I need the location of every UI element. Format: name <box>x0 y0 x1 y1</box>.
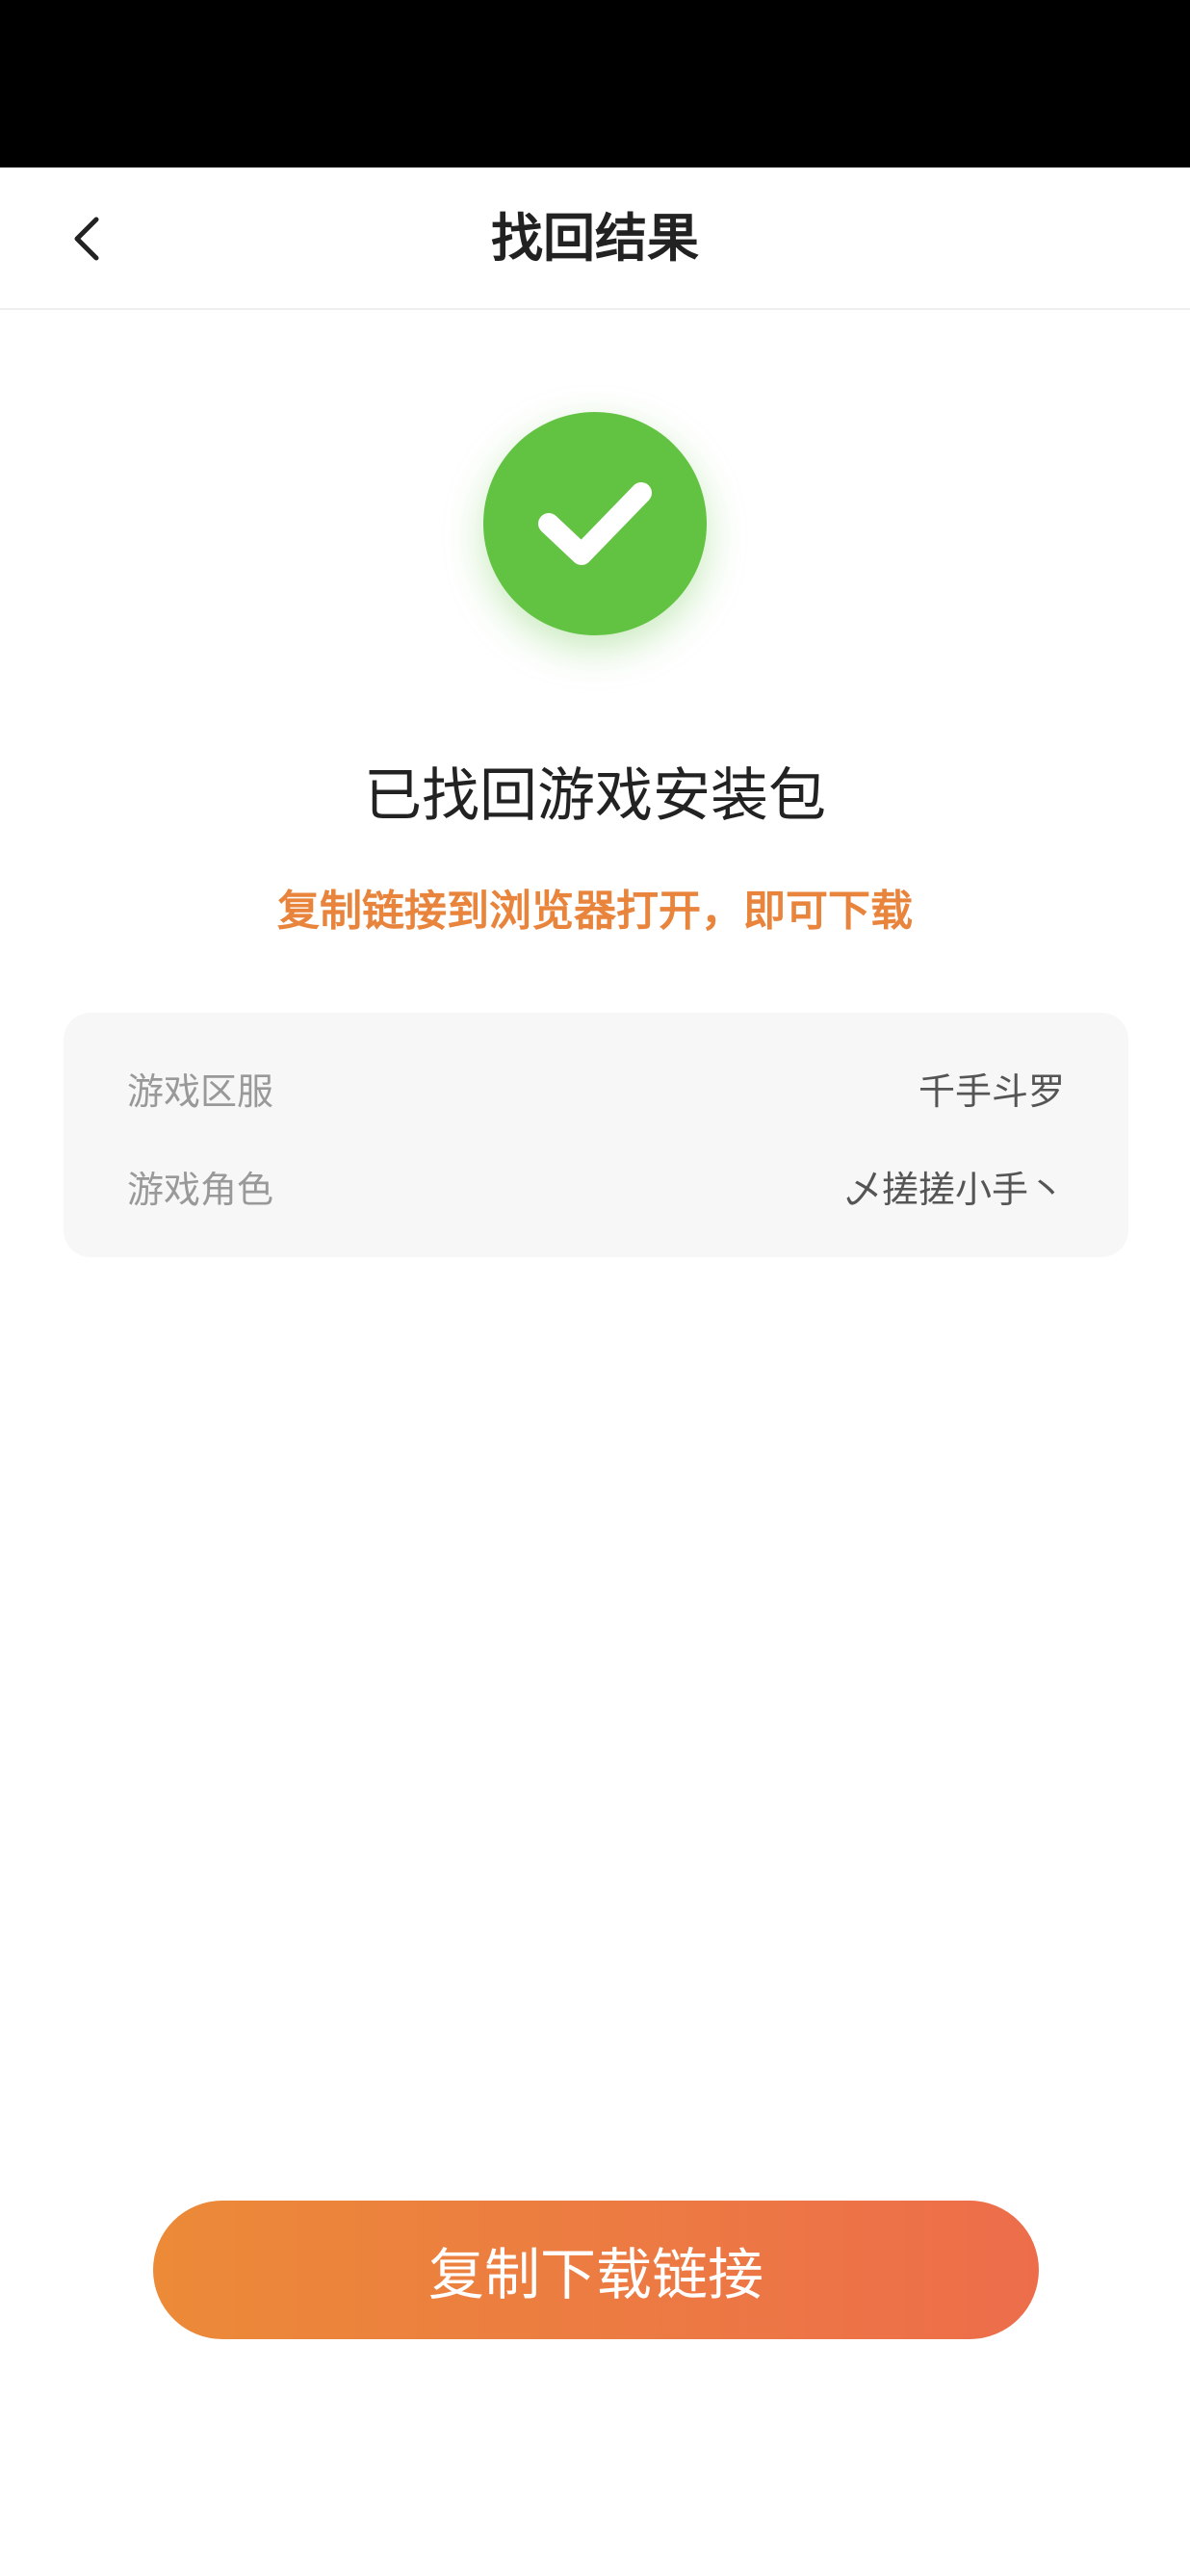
info-row-server: 游戏区服 千手斗罗 <box>127 1049 1065 1126</box>
character-label: 游戏角色 <box>127 1168 274 1211</box>
checkmark-icon <box>528 464 662 583</box>
result-hint: 复制链接到浏览器打开，即可下载 <box>277 887 913 936</box>
page-title: 找回结果 <box>491 208 699 269</box>
nav-bar: 找回结果 <box>0 167 1190 310</box>
chevron-left-icon <box>65 210 108 268</box>
success-badge <box>483 412 707 635</box>
character-value: 乄搓搓小手丶 <box>844 1168 1065 1211</box>
info-row-character: 游戏角色 乄搓搓小手丶 <box>127 1147 1065 1224</box>
server-value: 千手斗罗 <box>918 1069 1065 1113</box>
info-card: 游戏区服 千手斗罗 游戏角色 乄搓搓小手丶 <box>64 1013 1128 1257</box>
result-screen: 找回结果 已找回游戏安装包 复制链接到浏览器打开，即可下载 游戏区服 千手斗罗 … <box>0 0 1190 2576</box>
back-button[interactable] <box>39 191 135 287</box>
status-bar <box>0 0 1190 167</box>
result-title: 已找回游戏安装包 <box>364 762 826 830</box>
copy-download-link-button[interactable]: 复制下载链接 <box>153 2201 1039 2339</box>
server-label: 游戏区服 <box>127 1069 274 1113</box>
